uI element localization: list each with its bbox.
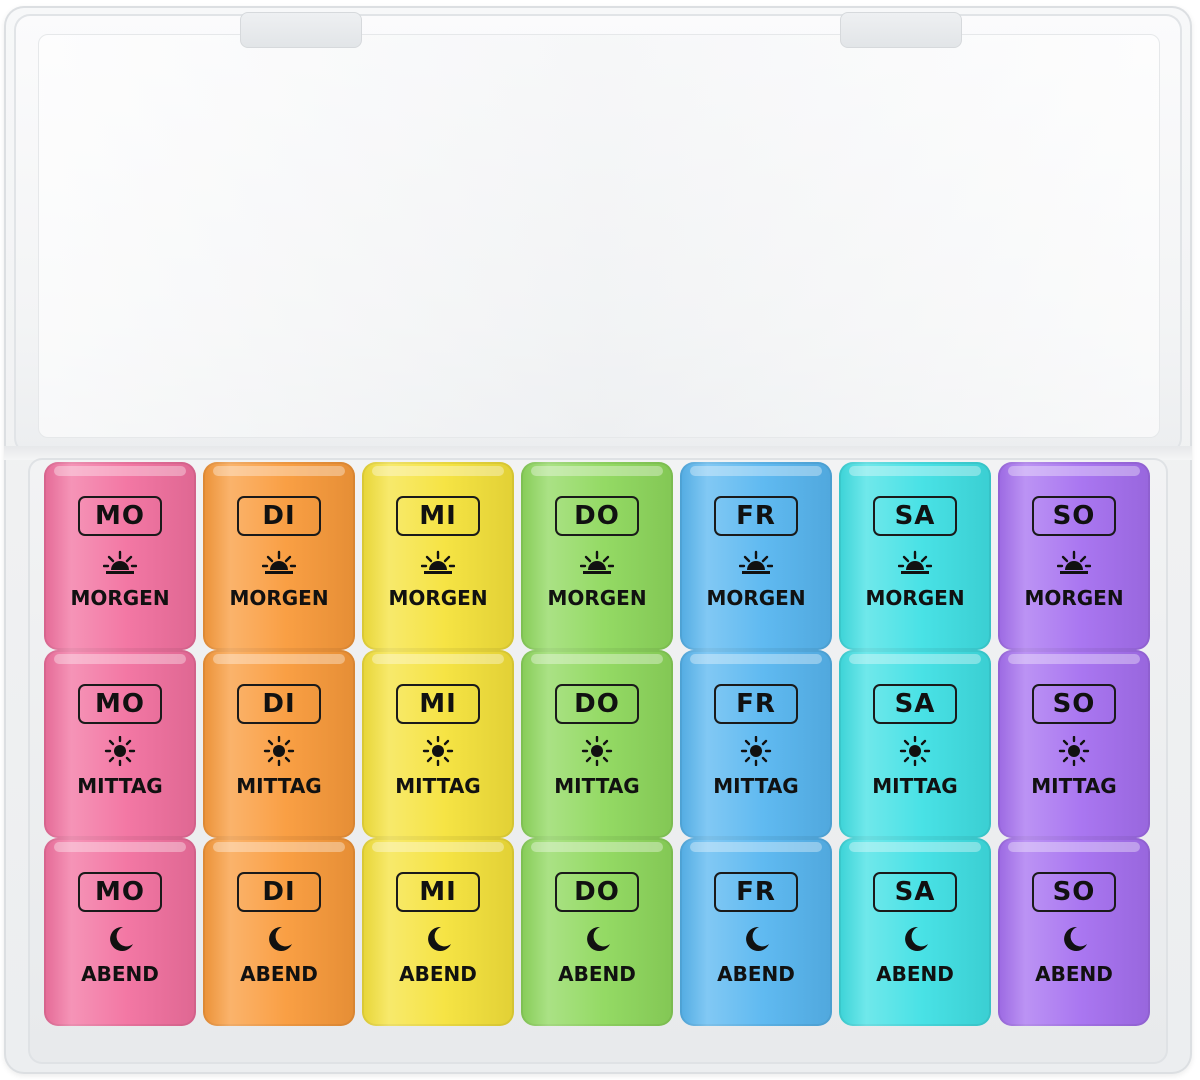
- compartment-grid: MO MORGEN DI MORGEN MI MORGEN DO MORGEN FR MORGEN…: [44, 462, 1150, 1026]
- day-label: SO: [1032, 496, 1116, 536]
- compartment-mo-abend[interactable]: MO ABEND: [44, 838, 196, 1026]
- moon-icon: [103, 924, 137, 954]
- transparent-lid[interactable]: [14, 14, 1182, 454]
- time-of-day-label: MITTAG: [236, 774, 322, 798]
- sunrise-icon: [738, 548, 774, 578]
- compartment-so-morgen[interactable]: SO MORGEN: [998, 462, 1150, 650]
- time-of-day-label: MITTAG: [1031, 774, 1117, 798]
- compartment-do-morgen[interactable]: DO MORGEN: [521, 462, 673, 650]
- sunrise-icon: [579, 548, 615, 578]
- sunrise-icon: [420, 548, 456, 578]
- day-label: MO: [78, 872, 162, 912]
- time-of-day-label: ABEND: [240, 962, 318, 986]
- compartment-fr-abend[interactable]: FR ABEND: [680, 838, 832, 1026]
- moon-icon: [262, 924, 296, 954]
- sun-icon: [898, 735, 932, 767]
- time-of-day-label: MITTAG: [77, 774, 163, 798]
- compartment-di-morgen[interactable]: DI MORGEN: [203, 462, 355, 650]
- time-of-day-label: MORGEN: [865, 586, 965, 610]
- compartment-so-mittag[interactable]: SO MITTAG: [998, 650, 1150, 838]
- sunrise-icon: [102, 548, 138, 578]
- day-label: MO: [78, 684, 162, 724]
- compartment-fr-morgen[interactable]: FR MORGEN: [680, 462, 832, 650]
- compartment-mo-morgen[interactable]: MO MORGEN: [44, 462, 196, 650]
- day-label: SA: [873, 496, 957, 536]
- moon-icon: [421, 924, 455, 954]
- sun-icon: [739, 735, 773, 767]
- compartment-di-mittag[interactable]: DI MITTAG: [203, 650, 355, 838]
- moon-icon: [580, 924, 614, 954]
- day-label: SO: [1032, 684, 1116, 724]
- compartment-do-abend[interactable]: DO ABEND: [521, 838, 673, 1026]
- compartment-sa-abend[interactable]: SA ABEND: [839, 838, 991, 1026]
- moon-icon: [1057, 924, 1091, 954]
- sun-icon: [421, 735, 455, 767]
- sun-icon: [262, 735, 296, 767]
- lid-surface: [38, 34, 1160, 438]
- compartment-mi-abend[interactable]: MI ABEND: [362, 838, 514, 1026]
- lid-hinge-left: [240, 12, 362, 48]
- compartment-do-mittag[interactable]: DO MITTAG: [521, 650, 673, 838]
- moon-icon: [898, 924, 932, 954]
- time-of-day-label: ABEND: [81, 962, 159, 986]
- pill-organizer-case: MO MORGEN DI MORGEN MI MORGEN DO MORGEN FR MORGEN…: [4, 6, 1192, 1074]
- compartment-fr-mittag[interactable]: FR MITTAG: [680, 650, 832, 838]
- compartment-di-abend[interactable]: DI ABEND: [203, 838, 355, 1026]
- time-of-day-label: MORGEN: [1024, 586, 1124, 610]
- day-label: DI: [237, 872, 321, 912]
- time-of-day-label: MORGEN: [229, 586, 329, 610]
- time-of-day-label: ABEND: [876, 962, 954, 986]
- compartment-mi-morgen[interactable]: MI MORGEN: [362, 462, 514, 650]
- day-label: DO: [555, 872, 639, 912]
- compartment-sa-mittag[interactable]: SA MITTAG: [839, 650, 991, 838]
- day-label: SA: [873, 684, 957, 724]
- time-of-day-label: MITTAG: [872, 774, 958, 798]
- day-label: SO: [1032, 872, 1116, 912]
- compartment-sa-morgen[interactable]: SA MORGEN: [839, 462, 991, 650]
- day-label: DI: [237, 684, 321, 724]
- day-label: DI: [237, 496, 321, 536]
- time-of-day-label: MORGEN: [706, 586, 806, 610]
- day-label: MI: [396, 496, 480, 536]
- time-of-day-label: MORGEN: [547, 586, 647, 610]
- lid-hinge-right: [840, 12, 962, 48]
- time-of-day-label: MITTAG: [554, 774, 640, 798]
- time-of-day-label: MORGEN: [70, 586, 170, 610]
- time-of-day-label: MITTAG: [395, 774, 481, 798]
- sun-icon: [103, 735, 137, 767]
- compartment-mi-mittag[interactable]: MI MITTAG: [362, 650, 514, 838]
- time-of-day-label: MITTAG: [713, 774, 799, 798]
- time-of-day-label: MORGEN: [388, 586, 488, 610]
- moon-icon: [739, 924, 773, 954]
- sun-icon: [580, 735, 614, 767]
- day-label: MO: [78, 496, 162, 536]
- sun-icon: [1057, 735, 1091, 767]
- day-label: FR: [714, 872, 798, 912]
- day-label: DO: [555, 684, 639, 724]
- compartment-mo-mittag[interactable]: MO MITTAG: [44, 650, 196, 838]
- day-label: MI: [396, 684, 480, 724]
- time-of-day-label: ABEND: [399, 962, 477, 986]
- day-label: MI: [396, 872, 480, 912]
- day-label: DO: [555, 496, 639, 536]
- time-of-day-label: ABEND: [558, 962, 636, 986]
- day-label: FR: [714, 496, 798, 536]
- day-label: FR: [714, 684, 798, 724]
- compartment-so-abend[interactable]: SO ABEND: [998, 838, 1150, 1026]
- day-label: SA: [873, 872, 957, 912]
- sunrise-icon: [1056, 548, 1092, 578]
- sunrise-icon: [261, 548, 297, 578]
- compartment-tray: MO MORGEN DI MORGEN MI MORGEN DO MORGEN FR MORGEN…: [28, 458, 1168, 1064]
- sunrise-icon: [897, 548, 933, 578]
- time-of-day-label: ABEND: [1035, 962, 1113, 986]
- time-of-day-label: ABEND: [717, 962, 795, 986]
